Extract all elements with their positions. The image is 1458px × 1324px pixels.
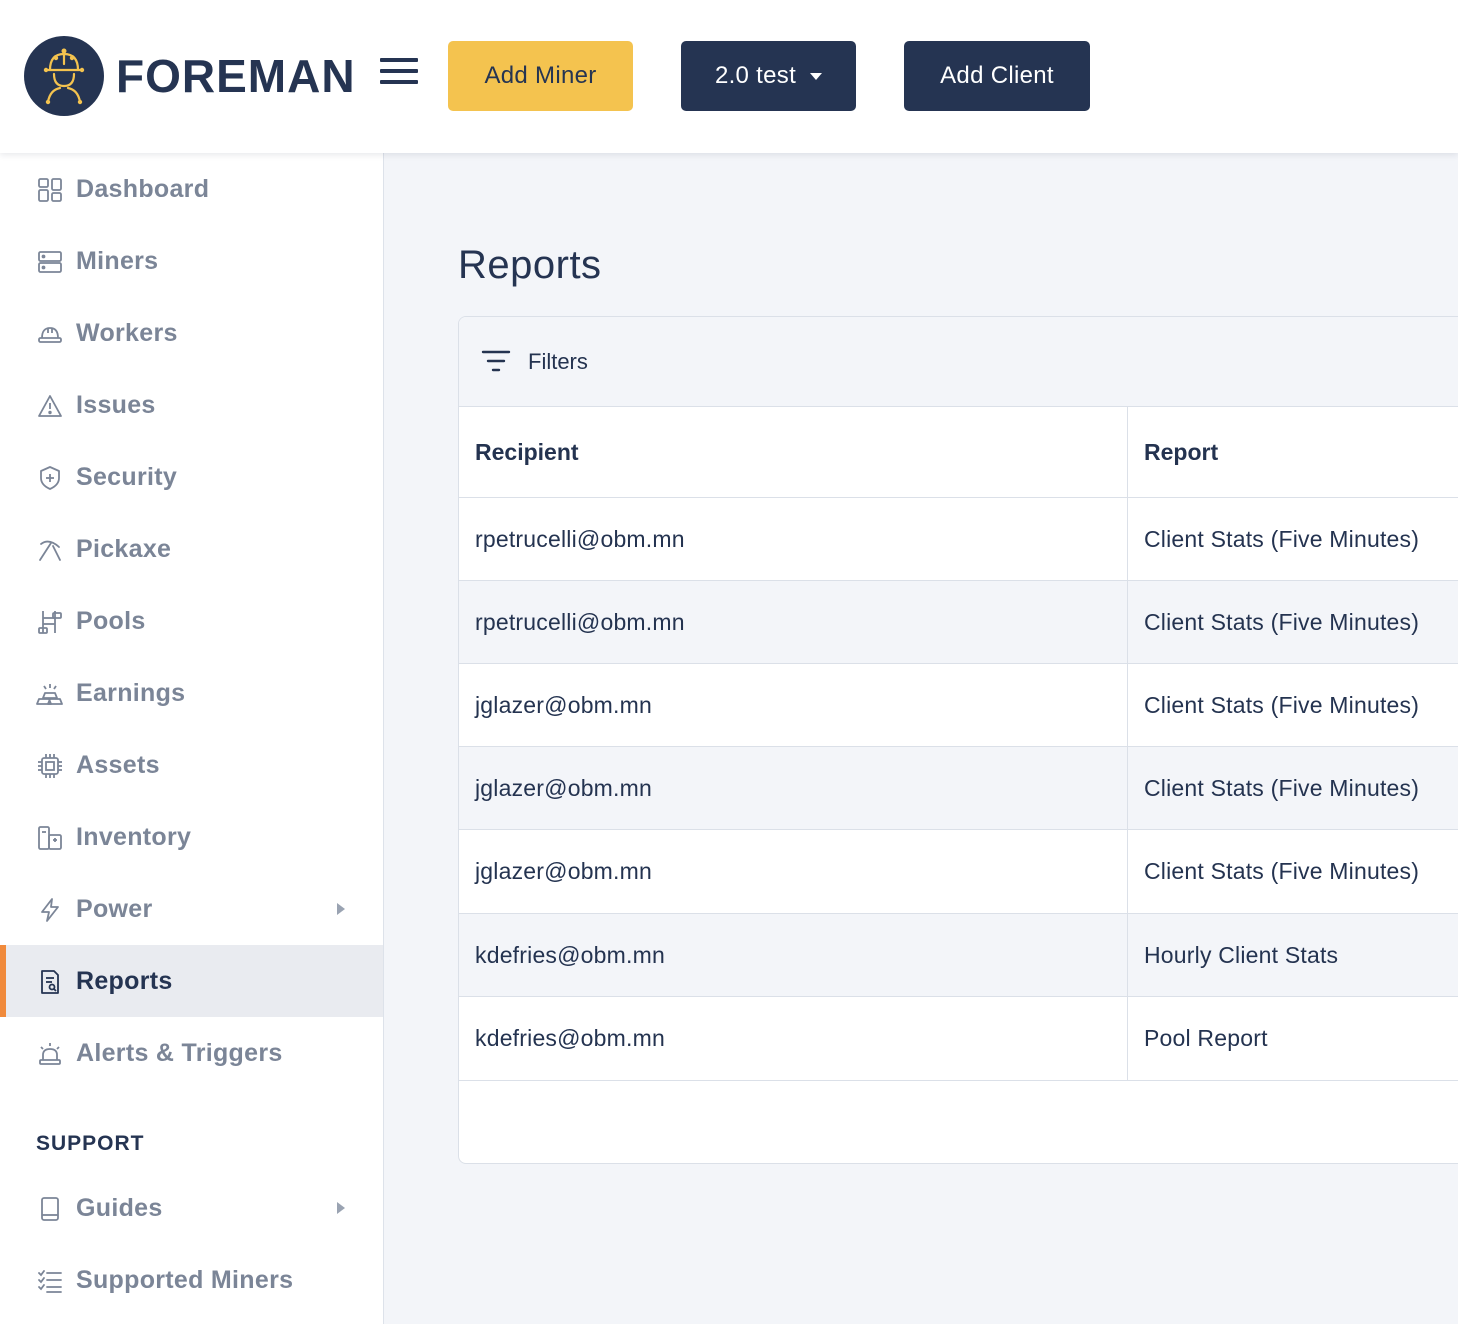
sidebar-item-guides[interactable]: Guides <box>0 1172 383 1244</box>
report-cell: Hourly Client Stats <box>1144 942 1339 968</box>
add-client-button[interactable]: Add Client <box>904 41 1090 111</box>
table-row[interactable]: kdefries@obm.mn Hourly Client Stats <box>459 913 1458 997</box>
logo-wordmark: FOREMAN <box>116 50 356 102</box>
report-cell: Pool Report <box>1144 1025 1268 1051</box>
recipient-cell: kdefries@obm.mn <box>475 942 665 968</box>
chevron-right-icon <box>337 903 345 915</box>
column-header-report[interactable]: Report <box>1144 407 1218 497</box>
sidebar-item-pools[interactable]: Pools <box>0 585 383 657</box>
alarm-icon <box>39 1043 61 1065</box>
table-row[interactable]: jglazer@obm.mn Client Stats (Five Minute… <box>459 829 1458 913</box>
sidebar-item-label: Pickaxe <box>76 534 172 563</box>
sidebar-item-issues[interactable]: Issues <box>0 369 383 441</box>
recipient-cell: jglazer@obm.mn <box>475 858 652 884</box>
table-row[interactable]: rpetrucelli@obm.mn Client Stats (Five Mi… <box>459 497 1458 581</box>
report-cell: Client Stats (Five Minutes) <box>1144 775 1420 801</box>
sidebar-item-supported-miners[interactable]: Supported Miners <box>0 1244 383 1316</box>
recipient-cell: jglazer@obm.mn <box>475 775 652 801</box>
sidebar-item-inventory[interactable]: Inventory <box>0 801 383 873</box>
inventory-icon <box>38 826 62 850</box>
hardhat-icon <box>38 327 62 343</box>
sidebar-item-label: Inventory <box>76 822 192 851</box>
sidebar-item-security[interactable]: Security <box>0 441 383 513</box>
sidebar-item-assets[interactable]: Assets <box>0 729 383 801</box>
dashboard-icon <box>38 178 62 202</box>
sidebar-item-miners[interactable]: Miners <box>0 225 383 297</box>
report-cell: Client Stats (Five Minutes) <box>1144 692 1420 718</box>
report-icon <box>41 970 59 994</box>
support-heading: SUPPORT <box>36 1132 145 1155</box>
filter-icon <box>481 350 511 372</box>
server-icon <box>38 251 62 273</box>
report-cell: Client Stats (Five Minutes) <box>1144 526 1420 552</box>
table-row[interactable]: jglazer@obm.mn Client Stats (Five Minute… <box>459 746 1458 830</box>
table-row[interactable]: jglazer@obm.mn Client Stats (Five Minute… <box>459 663 1458 747</box>
recipient-cell: jglazer@obm.mn <box>475 692 652 718</box>
sidebar-item-label: Issues <box>76 390 156 419</box>
page-title: Reports <box>458 243 602 287</box>
pickaxe-icon <box>39 540 61 561</box>
sidebar-item-label: Reports <box>76 966 173 995</box>
menu-toggle-icon[interactable] <box>380 58 420 90</box>
sidebar-item-label: Guides <box>76 1193 163 1222</box>
sidebar-item-label: Supported Miners <box>76 1265 294 1294</box>
sidebar-item-alerts-triggers[interactable]: Alerts & Triggers <box>0 1017 383 1089</box>
filters-label: Filters <box>528 349 588 374</box>
add-miner-button[interactable]: Add Miner <box>448 41 633 111</box>
sidebar-item-power[interactable]: Power <box>0 873 383 945</box>
recipient-cell: kdefries@obm.mn <box>475 1025 665 1051</box>
filters-toggle[interactable]: Filters <box>459 317 1458 407</box>
sidebar-item-label: Miners <box>76 246 159 275</box>
sidebar-item-label: Dashboard <box>76 174 210 203</box>
book-icon <box>41 1197 59 1221</box>
pools-icon <box>38 611 62 634</box>
sidebar-item-workers[interactable]: Workers <box>0 297 383 369</box>
sidebar-item-label: Workers <box>76 318 178 347</box>
reports-table-card: Filters Recipient Report rpetrucelli@obm… <box>458 316 1458 1164</box>
recipient-cell: rpetrucelli@obm.mn <box>475 526 685 552</box>
chevron-right-icon <box>337 1202 345 1214</box>
warning-icon <box>38 395 62 417</box>
sidebar-item-dashboard[interactable]: Dashboard <box>0 153 383 225</box>
sidebar-item-label: Alerts & Triggers <box>76 1038 283 1067</box>
table-bottom-divider <box>459 1080 1458 1081</box>
table-row[interactable]: rpetrucelli@obm.mn Client Stats (Five Mi… <box>459 580 1458 664</box>
top-header: FOREMAN Add Miner 2.0 test Add Client <box>0 0 1458 153</box>
gold-bars-icon <box>36 684 63 705</box>
sidebar-item-label: Power <box>76 894 153 923</box>
sidebar-item-label: Assets <box>76 750 160 779</box>
shield-icon <box>40 466 60 490</box>
sidebar-item-label: Pools <box>76 606 146 635</box>
report-cell: Client Stats (Five Minutes) <box>1144 609 1420 635</box>
environment-selector[interactable]: 2.0 test <box>681 41 856 111</box>
sidebar-item-reports[interactable]: Reports <box>0 945 383 1017</box>
recipient-cell: rpetrucelli@obm.mn <box>475 609 685 635</box>
foreman-logo-icon[interactable] <box>24 36 104 116</box>
column-header-recipient[interactable]: Recipient <box>475 407 579 497</box>
caret-down-icon <box>810 72 823 80</box>
checklist-icon <box>38 1270 62 1293</box>
column-divider <box>1127 407 1128 1081</box>
sidebar: Dashboard Miners Workers Issues Security… <box>0 153 384 1324</box>
lightning-icon <box>41 898 59 922</box>
table-row[interactable]: kdefries@obm.mn Pool Report <box>459 996 1458 1080</box>
sidebar-item-label: Security <box>76 462 178 491</box>
environment-label: 2.0 test <box>714 62 797 89</box>
report-cell: Client Stats (Five Minutes) <box>1144 858 1420 884</box>
sidebar-item-pickaxe[interactable]: Pickaxe <box>0 513 383 585</box>
sidebar-item-earnings[interactable]: Earnings <box>0 657 383 729</box>
sidebar-item-label: Earnings <box>76 678 186 707</box>
chip-icon <box>38 754 62 778</box>
